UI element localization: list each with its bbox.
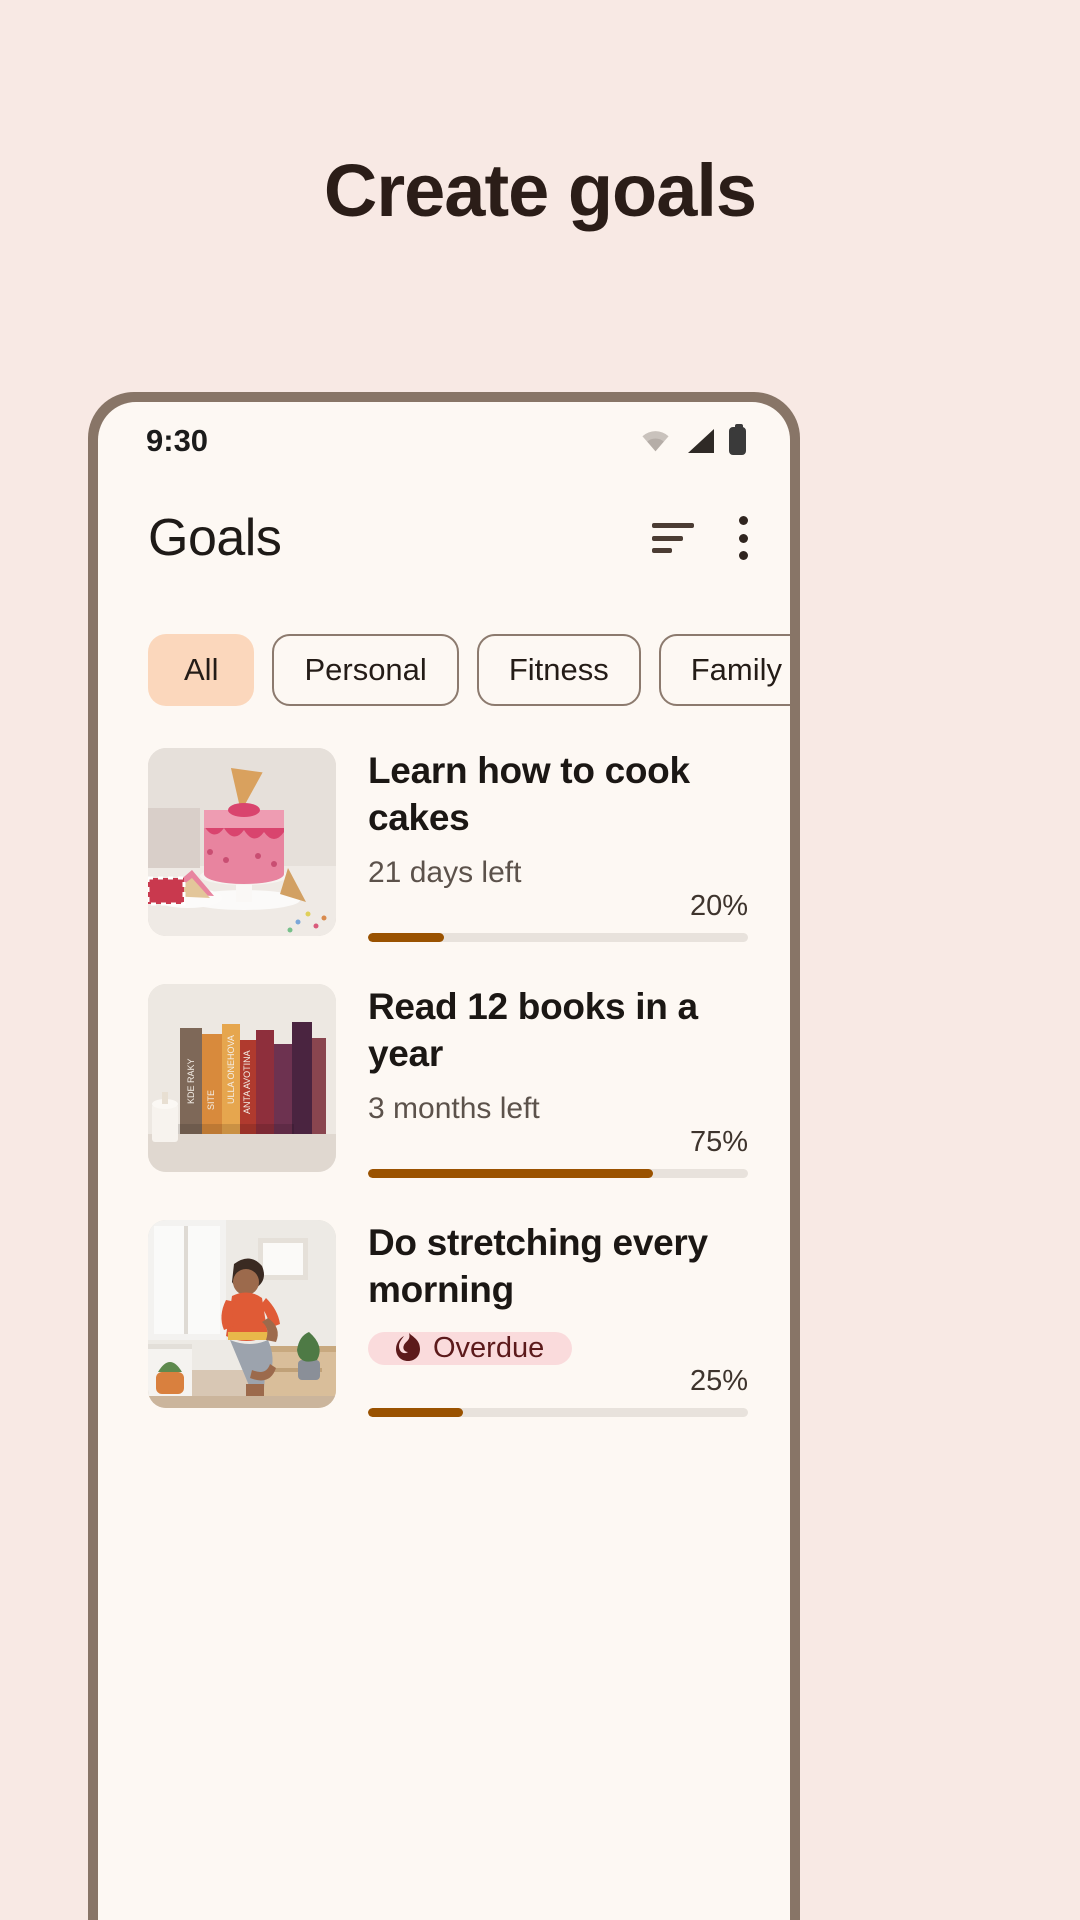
progress-fill [368,1407,463,1417]
goal-progress: 25% [368,1365,748,1417]
svg-text:ANTA AVOTINA: ANTA AVOTINA [242,1050,252,1114]
goal-progress-label: 25% [689,1364,748,1397]
goal-card-stretching[interactable]: Do stretching every morning Overdue 25% [98,1220,790,1417]
wifi-icon [640,429,671,453]
filter-chip-fitness[interactable]: Fitness [476,634,641,706]
svg-text:SITE: SITE [206,1090,216,1110]
flame-icon [396,1333,420,1363]
progress-track [368,1407,748,1417]
phone-screen: 9:30 Goals All Personal Fitness Family L… [98,402,790,1920]
goal-progress: 75% [368,1126,748,1178]
goal-body: Read 12 books in a year 3 months left 75… [368,984,748,1178]
goal-title: Learn how to cook cakes [368,750,690,838]
filter-chip-label: Fitness [508,652,609,687]
goal-deadline: 21 days left [368,855,522,889]
goal-progress-label: 20% [689,889,748,922]
status-time: 9:30 [146,423,209,458]
progress-fill [368,1168,653,1178]
goal-card-cake[interactable]: Learn how to cook cakes 21 days left 20% [98,748,790,942]
status-bar: 9:30 [98,402,790,480]
progress-track [368,1168,748,1178]
goal-deadline: 3 months left [368,1091,540,1125]
goal-title: Do stretching every morning [368,1222,708,1310]
promo-screenshot: Create goals 9:30 Goals All Personal Fit… [0,0,1080,1920]
filter-chip-label: Family [690,652,783,687]
app-bar-actions [652,516,748,560]
filter-chip-family[interactable]: Family [658,634,790,706]
filter-chip-personal[interactable]: Personal [272,634,459,706]
app-bar-title: Goals [148,509,282,567]
phone-frame: 9:30 Goals All Personal Fitness Family L… [88,392,800,1920]
status-badge-label: Overdue [433,1331,545,1364]
goal-thumbnail-books: KDE RAKY SITE ULLA ONEHOVA ANTA AVOTINA [148,984,336,1172]
filter-chip-label: All [184,652,219,687]
filter-chip-all[interactable]: All [148,634,255,706]
progress-track [368,932,748,942]
status-icons [640,424,746,455]
svg-text:KDE RAKY: KDE RAKY [186,1058,196,1104]
cellular-signal-icon [685,428,715,454]
sort-icon[interactable] [652,523,694,553]
app-bar: Goals [98,480,790,596]
goal-body: Learn how to cook cakes 21 days left 20% [368,748,748,942]
goal-progress: 20% [368,890,748,942]
goal-thumbnail-cake [148,748,336,936]
svg-text:ULLA ONEHOVA: ULLA ONEHOVA [226,1035,236,1104]
goal-title: Read 12 books in a year [368,986,698,1074]
goal-card-books[interactable]: KDE RAKY SITE ULLA ONEHOVA ANTA AVOTINA [98,984,790,1178]
page-title: Create goals [323,149,757,232]
goal-thumbnail-stretching [148,1220,336,1408]
filter-chip-row: All Personal Fitness Family [98,596,790,706]
progress-fill [368,932,444,942]
battery-icon [729,424,746,455]
goal-list: Learn how to cook cakes 21 days left 20% [98,706,790,1417]
more-vertical-icon[interactable] [738,516,748,560]
goal-body: Do stretching every morning Overdue 25% [368,1220,748,1417]
status-badge-overdue: Overdue [368,1331,573,1365]
goal-progress-label: 75% [689,1125,748,1158]
filter-chip-label: Personal [304,652,427,687]
